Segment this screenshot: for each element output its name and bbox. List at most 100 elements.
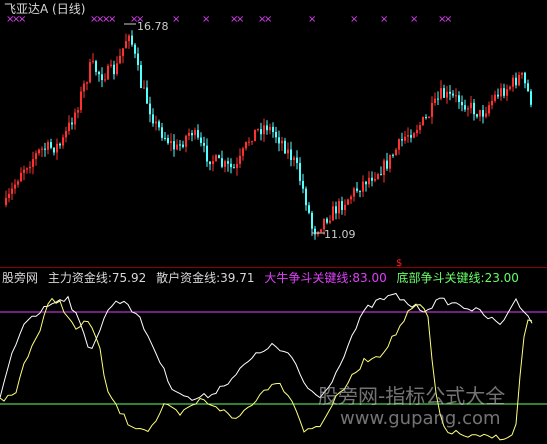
candle-body [224, 161, 226, 167]
candle-body [425, 117, 427, 118]
candle-body [167, 138, 169, 144]
candle-body [332, 206, 334, 221]
signal-marker: × [108, 14, 116, 25]
candle-body [494, 94, 496, 101]
candle-body [56, 143, 58, 153]
candle-body [125, 41, 127, 49]
candle-body [65, 131, 67, 138]
candle-body [437, 98, 439, 100]
candle-body [302, 180, 304, 189]
candle-body [263, 125, 265, 135]
candle-body [146, 87, 148, 104]
price-annotations: 16.7811.09$ [124, 20, 402, 269]
candle-body [203, 143, 205, 146]
candle-body [215, 155, 217, 162]
signal-marker: × [350, 14, 358, 25]
candle-body [260, 129, 262, 135]
candle-body [485, 113, 487, 117]
candle-body [116, 63, 118, 75]
signal-marker: × [236, 14, 244, 25]
candle-body [416, 129, 418, 134]
stock-chart[interactable]: ××× ×××× ×× × × ×× ×× × × × × ×× 16.7811.09$ [0, 0, 547, 444]
candle-body [338, 201, 340, 214]
candle-body [509, 86, 511, 90]
candle-body [242, 148, 244, 156]
candle-body [512, 77, 514, 87]
candle-body [68, 122, 70, 131]
candle-body [122, 48, 124, 56]
legend-site: 股旁网 [2, 271, 39, 285]
candle-body [32, 159, 34, 167]
candle-body [50, 142, 52, 148]
candle-body [299, 163, 301, 181]
candle-body [11, 188, 13, 194]
candle-body [371, 177, 373, 181]
signal-marker: × [410, 14, 418, 25]
candle-body [389, 154, 391, 169]
candle-body [134, 44, 136, 54]
candle-body [161, 127, 163, 138]
signal-marker: × [444, 14, 452, 25]
candle-body [353, 188, 355, 197]
candle-body [362, 181, 364, 192]
candle-body [434, 98, 436, 103]
candle-body [140, 65, 142, 88]
candle-body [326, 218, 328, 223]
candle-body [500, 88, 502, 97]
signal-marker: × [172, 14, 180, 25]
candle-body [497, 94, 499, 97]
candle-body [359, 190, 361, 192]
candle-body [149, 103, 151, 115]
candle-body [251, 141, 253, 143]
candle-body [17, 181, 19, 185]
candle-body [83, 83, 85, 92]
signal-marker: × [202, 14, 210, 25]
candle-body [38, 149, 40, 154]
candle-body [383, 160, 385, 176]
candle-body [59, 143, 61, 146]
chart-title: 飞亚达A (日线) [4, 2, 86, 16]
candle-body [128, 35, 130, 42]
watermark-url: www.gupang.com [340, 408, 501, 429]
candle-body [218, 155, 220, 159]
candle-body [320, 229, 322, 232]
candle-body [41, 148, 43, 150]
candle-body [473, 102, 475, 115]
candle-body [26, 168, 28, 170]
candle-body [101, 74, 103, 80]
candle-body [470, 102, 472, 109]
candle-body [173, 141, 175, 150]
legend-bottom-key: 底部争斗关键线:23.00 [396, 271, 519, 285]
candle-body [521, 72, 523, 75]
candle-body [374, 179, 376, 181]
candle-body [200, 137, 202, 143]
candle-body [452, 93, 454, 96]
signal-marker: × [380, 14, 388, 25]
candle-body [158, 121, 160, 128]
candle-body [461, 102, 463, 106]
candle-body [341, 201, 343, 210]
candle-body [5, 198, 7, 205]
candle-body [188, 133, 190, 136]
candle-body [176, 144, 178, 150]
candle-body [296, 157, 298, 163]
candle-body [269, 126, 271, 131]
candle-body [221, 158, 223, 167]
candlesticks [5, 30, 532, 240]
candle-body [440, 88, 442, 99]
candle-body [410, 135, 412, 138]
candle-body [503, 88, 505, 96]
candle-body [488, 105, 490, 114]
candle-body [344, 204, 346, 210]
candle-body [287, 149, 289, 154]
candle-body [170, 141, 172, 144]
candle-body [245, 142, 247, 149]
candle-body [110, 64, 112, 66]
candle-body [380, 174, 382, 176]
candle-body [197, 130, 199, 138]
candle-body [515, 77, 517, 86]
candle-body [23, 169, 25, 173]
candle-body [308, 205, 310, 213]
candle-body [179, 144, 181, 146]
candle-body [392, 154, 394, 156]
